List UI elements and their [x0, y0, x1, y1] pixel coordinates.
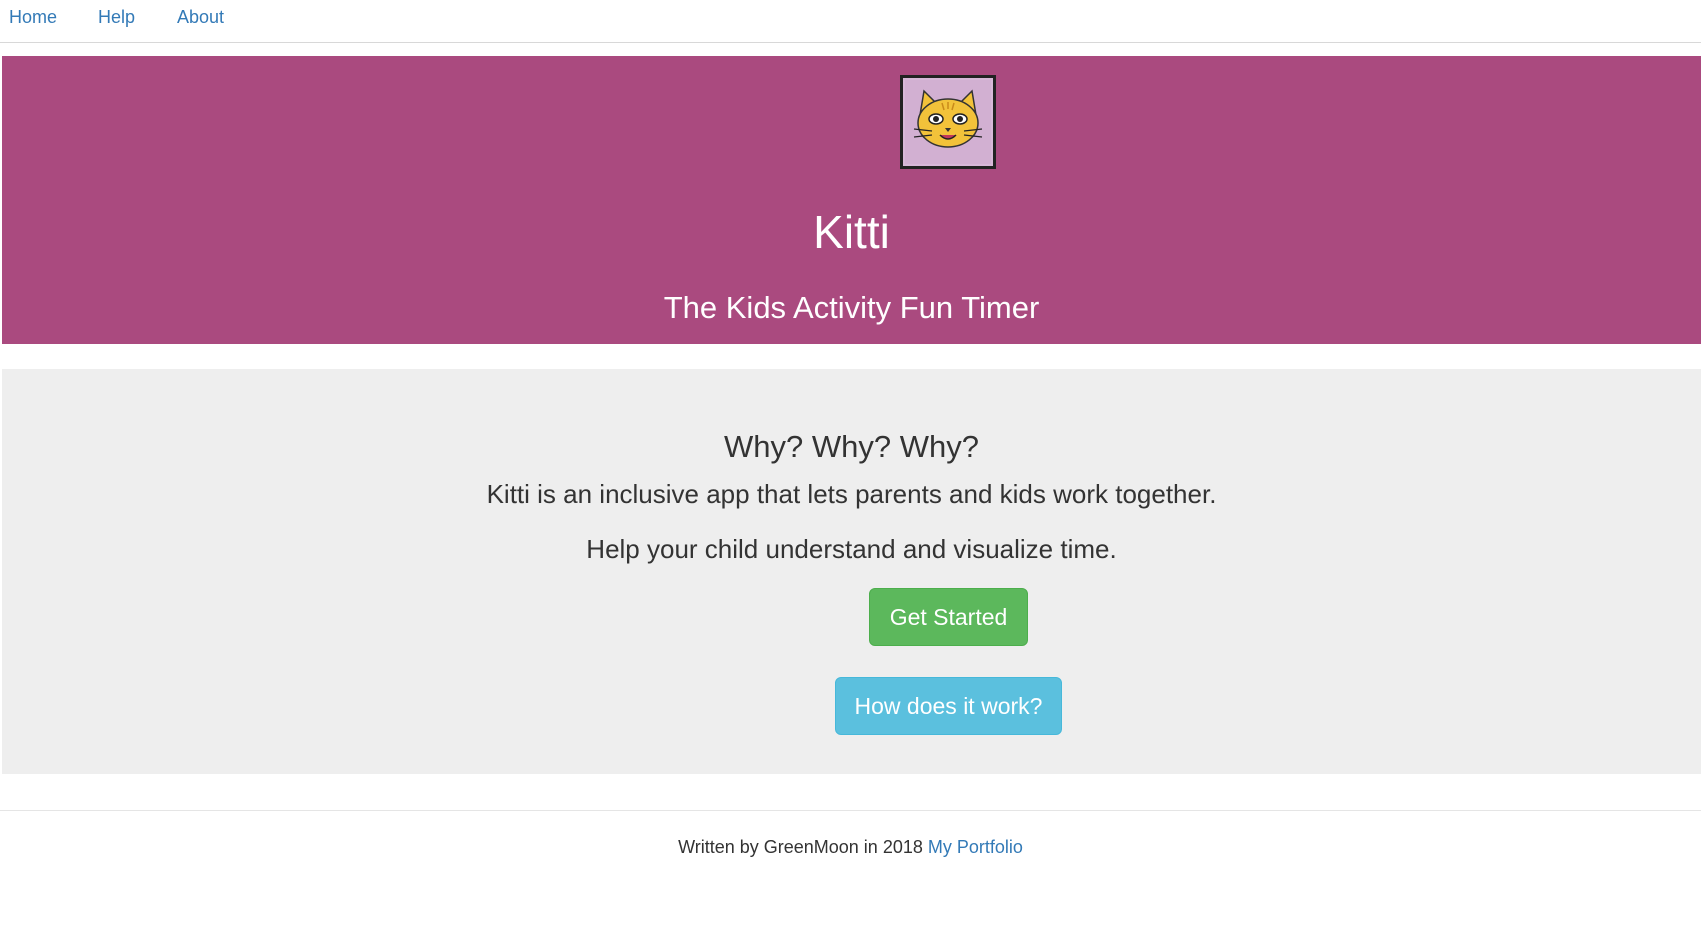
footer: Written by GreenMoon in 2018 My Portfoli…	[0, 836, 1701, 858]
nav-link-help[interactable]: Help	[98, 7, 135, 27]
how-it-works-button[interactable]: How does it work?	[835, 677, 1062, 735]
portfolio-link[interactable]: My Portfolio	[928, 837, 1023, 857]
intro-description: Kitti is an inclusive app that lets pare…	[486, 479, 1217, 509]
nav-link-about[interactable]: About	[177, 7, 224, 27]
intro-section: Why? Why? Why? Kitti is an inclusive app…	[2, 369, 1701, 774]
nav-link-home[interactable]: Home	[9, 7, 57, 27]
top-navigation: Home Help About	[0, 0, 1701, 43]
footer-credit-text: Written by GreenMoon in 2018	[678, 837, 923, 857]
footer-divider	[0, 810, 1701, 811]
app-title: Kitti	[813, 206, 890, 258]
intro-tagline: Help your child understand and visualize…	[586, 534, 1117, 564]
get-started-button[interactable]: Get Started	[869, 588, 1028, 646]
intro-heading: Why? Why? Why?	[724, 429, 979, 464]
hero-banner: Kitti The Kids Activity Fun Timer	[2, 56, 1701, 344]
app-subtitle: The Kids Activity Fun Timer	[663, 290, 1040, 325]
cat-face-icon	[900, 75, 996, 169]
